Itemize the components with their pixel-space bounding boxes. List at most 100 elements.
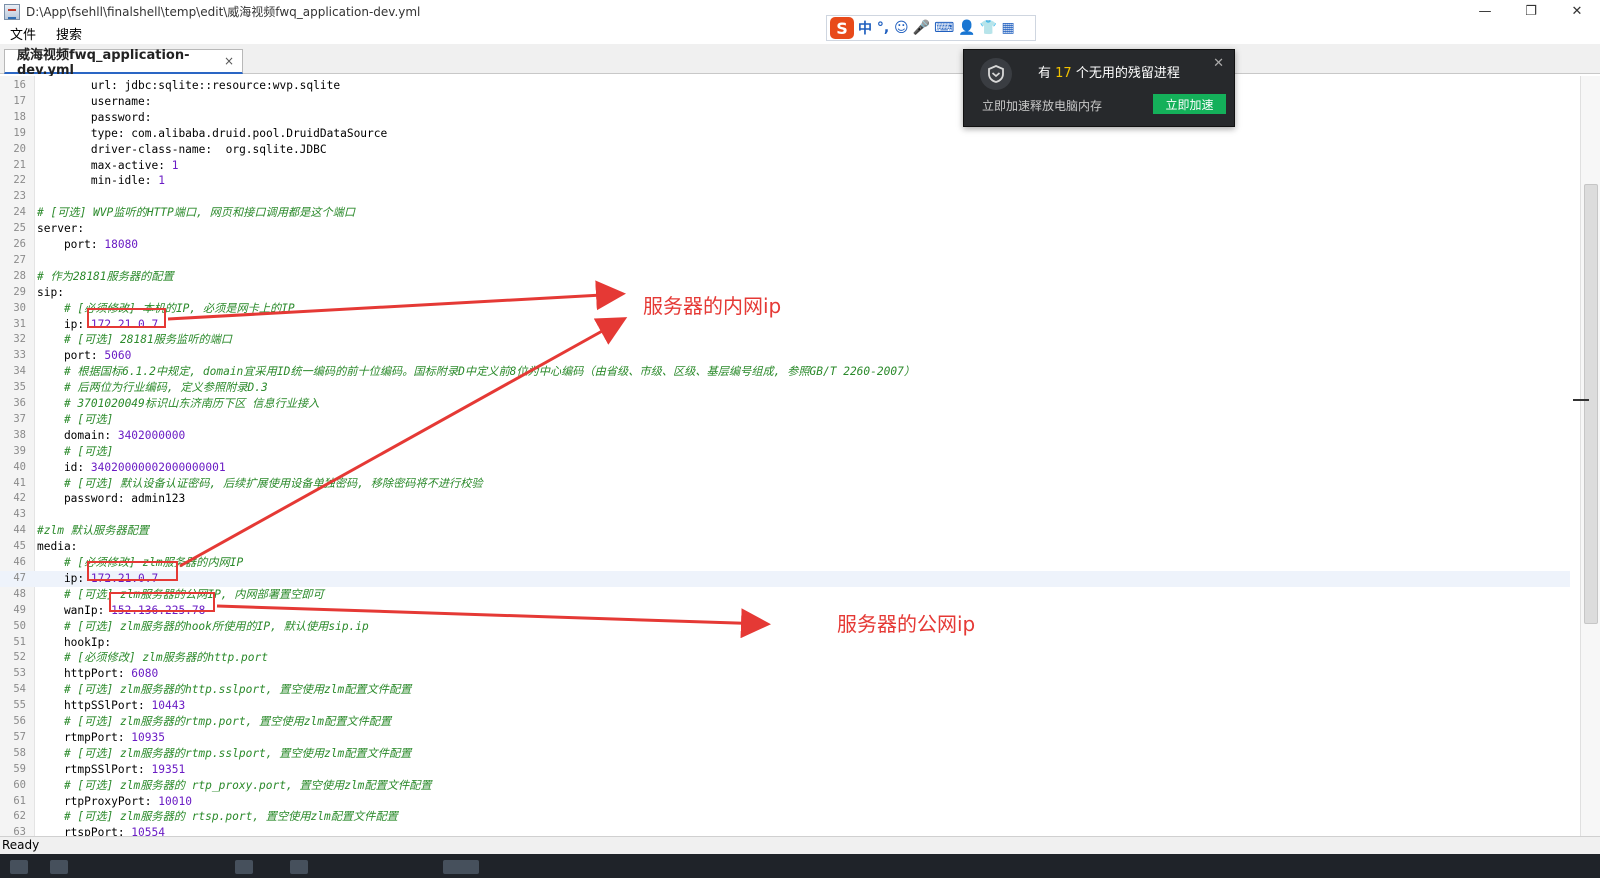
code-line[interactable]: 17 username: [0,94,1570,110]
code-line[interactable]: 45 media: [0,539,1570,555]
tab-file[interactable]: 威海视频fwq_application-dev.yml × [4,48,243,78]
speed-up-button[interactable]: 立即加速 [1153,94,1226,114]
yaml-key [37,333,64,346]
taskbar-item[interactable] [235,860,253,874]
yaml-key [37,588,64,601]
window-title: D:\App\fsehll\finalshell\temp\edit\威海视频f… [26,5,421,19]
line-number: 62 [13,810,26,823]
code-line[interactable]: 23 [0,189,1570,205]
yaml-key [37,302,64,315]
yaml-comment: # [必须修改] zlm服务器的http.port [63,651,268,665]
code-line[interactable]: 26 port: 18080 [0,237,1570,253]
taskbar-item[interactable] [443,860,479,874]
code-line[interactable]: 42 password: admin123 [0,491,1570,507]
shield-icon [980,58,1012,90]
code-line[interactable]: 49 wanIp: 152.136.225.78 [0,603,1570,619]
yaml-comment: # [可选] 28181服务监听的端口 [63,333,232,347]
status-text: Ready [2,838,40,852]
code-line[interactable]: 61 rtpProxyPort: 10010 [0,794,1570,810]
yaml-value: 10010 [158,794,192,808]
code-line[interactable]: 31 ip: 172.21.0.7 [0,317,1570,333]
yaml-key [37,747,64,760]
code-line[interactable]: 18 password: [0,110,1570,126]
line-number: 53 [13,667,26,680]
line-number: 26 [13,238,26,250]
code-line[interactable]: 60 # [可选] zlm服务器的 rtp_proxy.port, 置空使用zl… [0,778,1570,794]
code-line[interactable]: 33 port: 5060 [0,348,1570,364]
taskbar-item[interactable] [10,860,28,874]
code-line[interactable]: 21 max-active: 1 [0,158,1570,174]
code-line[interactable]: 41 # [可选] 默认设备认证密码, 后续扩展使用设备单独密码, 移除密码将不… [0,476,1570,492]
line-number: 33 [13,349,26,362]
line-number: 54 [13,683,26,696]
close-button[interactable]: ✕ [1554,0,1600,23]
code-line[interactable]: 44 #zlm 默认服务器配置 [0,523,1570,539]
yaml-key: sip: [37,285,64,299]
taskbar-item[interactable] [290,860,308,874]
leftover-process-count: 17 [1055,66,1072,81]
code-line[interactable]: 55 httpSSlPort: 10443 [0,698,1570,714]
code-line[interactable]: 46 # [必须修改] zlm服务器的内网IP [0,555,1570,571]
yaml-comment: # [可选] zlm服务器的http.sslport, 置空使用zlm配置文件配… [63,683,412,697]
code-line[interactable]: 36 # 3701020049标识山东济南历下区 信息行业接入 [0,396,1570,412]
status-bar: Ready [0,836,1600,854]
yaml-key: httpSSlPort: [37,699,152,713]
code-line[interactable]: 50 # [可选] zlm服务器的hook所使用的IP, 默认使用sip.ip [0,619,1570,635]
code-line[interactable]: 58 # [可选] zlm服务器的rtmp.sslport, 置空使用zlm配置… [0,746,1570,762]
code-editor[interactable]: 16 url: jdbc:sqlite::resource:wvp.sqlite… [0,76,1600,848]
maximize-button[interactable]: ❐ [1508,0,1554,23]
code-line[interactable]: 20 driver-class-name: org.sqlite.JDBC [0,142,1570,158]
line-code: hookIp: [37,635,111,651]
yaml-key: port: [37,349,105,363]
yaml-value: 5060 [104,349,132,363]
minimize-button[interactable]: — [1462,0,1508,23]
code-line[interactable]: 37 # [可选] [0,412,1570,428]
code-line[interactable]: 39 # [可选] [0,444,1570,460]
line-number: 57 [13,730,26,743]
tab-close-icon[interactable]: × [224,54,234,68]
code-line[interactable]: 59 rtmpSSlPort: 19351 [0,762,1570,778]
yaml-key: server: [37,222,85,236]
code-line[interactable]: 52 # [必须修改] zlm服务器的http.port [0,650,1570,666]
code-line[interactable]: 51 hookIp: [0,635,1570,651]
vertical-scrollbar[interactable] [1573,76,1600,848]
yaml-value: 34020000002000000001 [90,460,226,474]
line-number: 32 [13,333,26,346]
line-code: # [可选] zlm服务器的rtmp.port, 置空使用zlm配置文件配置 [37,714,391,730]
scrollbar-thumb[interactable] [1584,184,1598,624]
code-line[interactable]: 62 # [可选] zlm服务器的 rtsp.port, 置空使用zlm配置文件… [0,809,1570,825]
code-line[interactable]: 47 ip: 172.21.0.7 [0,570,1570,587]
yaml-key: media: [37,540,78,554]
code-line[interactable]: 22 min-idle: 1 [0,173,1570,189]
taskbar-item[interactable] [50,860,68,874]
code-line[interactable]: 32 # [可选] 28181服务监听的端口 [0,332,1570,348]
code-line[interactable]: 16 url: jdbc:sqlite::resource:wvp.sqlite [0,78,1570,94]
notification-close-icon[interactable]: ✕ [1213,56,1224,71]
line-number: 46 [13,556,26,568]
line-number: 42 [13,492,26,505]
code-line[interactable]: 57 rtmpPort: 10935 [0,730,1570,746]
menu-file[interactable]: 文件 [0,24,46,43]
code-line[interactable]: 24 # [可选] WVP监听的HTTP端口, 网页和接口调用都是这个端口 [0,205,1570,221]
yaml-key: type: [37,126,132,140]
code-line[interactable]: 56 # [可选] zlm服务器的rtmp.port, 置空使用zlm配置文件配… [0,714,1570,730]
code-line[interactable]: 27 [0,253,1570,269]
code-line[interactable]: 29 sip: [0,285,1570,301]
code-line[interactable]: 48 # [可选] zlm服务器的公网IP, 内网部署置空即可 [0,587,1570,603]
code-line[interactable]: 40 id: 34020000002000000001 [0,460,1570,476]
code-line[interactable]: 43 [0,507,1570,523]
code-line[interactable]: 19 type: com.alibaba.druid.pool.DruidDat… [0,126,1570,142]
line-number: 34 [13,365,26,378]
notification-title: 有 17 个无用的残留进程 [1038,66,1180,81]
line-code: username: [37,94,152,110]
line-code: # 作为28181服务器的配置 [37,269,174,285]
code-line[interactable]: 30 # [必须修改] 本机的IP, 必须是网卡上的IP [0,301,1570,317]
code-line[interactable]: 38 domain: 3402000000 [0,428,1570,444]
code-line[interactable]: 25 server: [0,221,1570,237]
code-line[interactable]: 28 # 作为28181服务器的配置 [0,269,1570,285]
menu-search[interactable]: 搜索 [46,24,92,43]
code-line[interactable]: 53 httpPort: 6080 [0,666,1570,682]
code-line[interactable]: 54 # [可选] zlm服务器的http.sslport, 置空使用zlm配置… [0,682,1570,698]
code-line[interactable]: 35 # 后两位为行业编码, 定义参照附录D.3 [0,380,1570,396]
code-line[interactable]: 34 # 根据国标6.1.2中规定, domain宜采用ID统一编码的前十位编码… [0,364,1570,380]
